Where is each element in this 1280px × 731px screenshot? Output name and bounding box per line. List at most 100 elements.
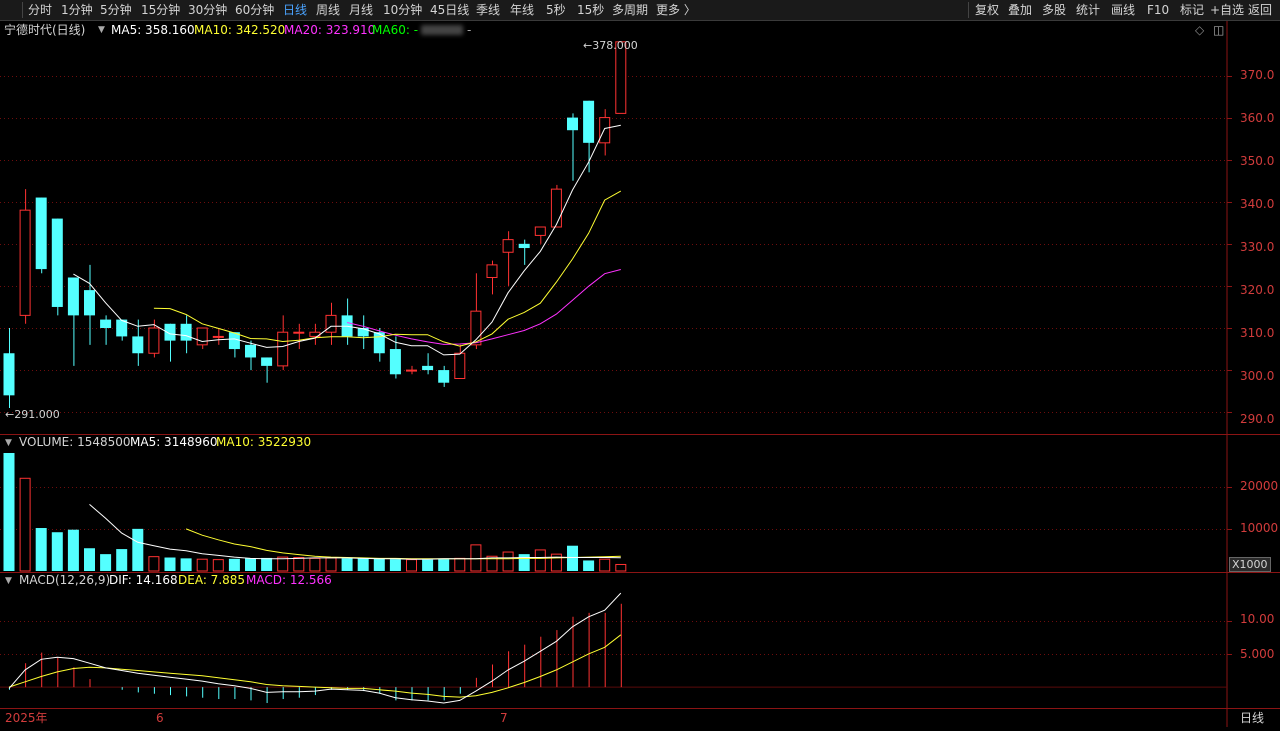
candle-body-down <box>389 349 401 375</box>
candle-body-up <box>196 327 208 346</box>
candle-body-up <box>454 352 466 379</box>
candle-body-up <box>615 41 627 114</box>
ma10-line <box>153 190 622 347</box>
toolbar-left-item-14[interactable]: 15秒 <box>577 0 604 20</box>
toolbar-left-item-3[interactable]: 15分钟 <box>141 0 180 20</box>
macd-dif-value: DIF: 14.168 <box>109 573 178 587</box>
candle-body-down <box>518 243 530 249</box>
toolbar-right-item-7[interactable]: +自选 <box>1210 0 1244 20</box>
chart-stage: 宁德时代(日线) ▼ MA5: 358.160 MA10: 342.520 MA… <box>0 21 1280 727</box>
main-axis-label: 370.0 <box>1240 68 1275 82</box>
ma20-value: MA20: 323.910 <box>284 23 376 37</box>
candle-body-up <box>486 264 498 278</box>
volume-bar-down <box>373 558 385 571</box>
main-collapse-icon[interactable]: ▼ <box>98 22 105 38</box>
volume-bar-down <box>518 554 530 571</box>
ma60-blurred <box>421 25 463 35</box>
volume-bar-down <box>35 528 47 571</box>
toolbar-left-item-11[interactable]: 季线 <box>476 0 500 20</box>
volume-bar-up <box>293 557 305 572</box>
candle-body-down <box>67 277 79 316</box>
volume-unit: X1000 <box>1229 557 1271 572</box>
ma20-line <box>346 269 621 345</box>
volume-bar-down <box>228 558 240 571</box>
chart-svg <box>0 21 1280 727</box>
volume-bar-down <box>357 558 369 571</box>
volume-bar-down <box>261 557 273 571</box>
toolbar-left-item-10[interactable]: 45日线 <box>430 0 469 20</box>
toolbar-left-item-1[interactable]: 1分钟 <box>61 0 93 20</box>
grid-lines <box>0 76 1232 688</box>
volume-bar-up <box>615 563 627 572</box>
min-price-tag: ←291.000 <box>5 408 60 421</box>
toolbar-right-item-4[interactable]: 画线 <box>1111 0 1135 20</box>
candle-body-up <box>599 117 611 144</box>
toolbar-left-item-16[interactable]: 更多 〉 <box>656 0 696 20</box>
window-icon[interactable]: ◫ <box>1213 22 1224 38</box>
main-axis-label: 340.0 <box>1240 197 1275 211</box>
toolbar-left-item-2[interactable]: 5分钟 <box>100 0 132 20</box>
volume-bar-up <box>534 549 546 572</box>
volume-bar-up <box>196 558 208 572</box>
toolbar-left-item-13[interactable]: 5秒 <box>546 0 566 20</box>
toolbar-right-item-5[interactable]: F10 <box>1147 0 1169 20</box>
volume-bar-down <box>51 532 63 571</box>
candle-body-up <box>212 335 224 338</box>
candlestick-series <box>3 41 627 408</box>
volume-bar-down <box>583 560 595 571</box>
volume-axis-label: 20000 <box>1240 479 1279 493</box>
macd-axis-label: 10.00 <box>1240 612 1275 626</box>
volume-bar-down <box>164 557 176 571</box>
candle-body-down <box>100 319 112 328</box>
toolbar-left-item-9[interactable]: 10分钟 <box>383 0 422 20</box>
period-label[interactable]: 日线 <box>1240 710 1264 726</box>
toolbar-left-item-7[interactable]: 周线 <box>316 0 340 20</box>
max-price-tag: ←378.000 <box>583 39 638 52</box>
max-price-value: 378.000 <box>592 39 638 52</box>
candle-body-down <box>132 336 144 354</box>
volume-bar-down <box>132 528 144 571</box>
toolbar-right-item-8[interactable]: 返回 <box>1248 0 1272 20</box>
toolbar-right-item-1[interactable]: 叠加 <box>1008 0 1032 20</box>
date-label-jul: 7 <box>500 711 508 725</box>
volume-value: VOLUME: 1548500 <box>19 435 131 449</box>
volume-bar-up <box>470 544 482 572</box>
candle-body-up <box>293 331 305 334</box>
macd-axis-label: 5.000 <box>1240 647 1275 661</box>
main-axis-label: 330.0 <box>1240 240 1275 254</box>
candle-body-up <box>534 226 546 236</box>
period-toolbar: 分时 1分钟 5分钟 15分钟 30分钟 60分钟 日线 周线 月线 10分钟 45日线 季线 年线 5秒… <box>0 0 1280 21</box>
candle-body-up <box>406 369 417 372</box>
toolbar-left-item-8[interactable]: 月线 <box>349 0 373 20</box>
toolbar-right-item-0[interactable]: 复权 <box>975 0 999 20</box>
macd-collapse-icon[interactable]: ▼ <box>5 573 12 589</box>
volume-axis-label: 10000 <box>1240 521 1279 535</box>
toolbar-right-item-2[interactable]: 多股 <box>1042 0 1066 20</box>
toolbar-left-item-6[interactable]: 日线 <box>283 0 307 20</box>
toolbar-separator <box>968 2 969 18</box>
candle-body-down <box>583 100 595 143</box>
volume-bar-up <box>454 557 466 572</box>
volume-collapse-icon[interactable]: ▼ <box>5 435 12 451</box>
volume-bar-down <box>3 453 15 571</box>
toolbar-left-item-4[interactable]: 30分钟 <box>188 0 227 20</box>
volume-bar-down <box>341 558 353 571</box>
main-axis-label: 310.0 <box>1240 326 1275 340</box>
date-label-2025: 2025年 <box>5 711 48 725</box>
date-label-jun: 6 <box>156 711 164 725</box>
toolbar-right-item-3[interactable]: 统计 <box>1076 0 1100 20</box>
toolbar-left-item-12[interactable]: 年线 <box>510 0 534 20</box>
candle-body-up <box>502 239 514 253</box>
toolbar-left-item-0[interactable]: 分时 <box>28 0 52 20</box>
toolbar-left-item-5[interactable]: 60分钟 <box>235 0 274 20</box>
volume-bar-down <box>116 549 128 571</box>
volume-bar-up <box>212 559 224 572</box>
dif-line <box>8 592 622 704</box>
toolbar-right-item-6[interactable]: 标记 <box>1180 0 1204 20</box>
candle-body-up <box>148 327 160 354</box>
diamond-icon[interactable]: ◇ <box>1195 22 1204 38</box>
min-price-value: 291.000 <box>14 408 60 421</box>
candle-body-down <box>51 218 63 307</box>
volume-bar-down <box>567 545 578 571</box>
toolbar-left-item-15[interactable]: 多周期 <box>612 0 648 20</box>
